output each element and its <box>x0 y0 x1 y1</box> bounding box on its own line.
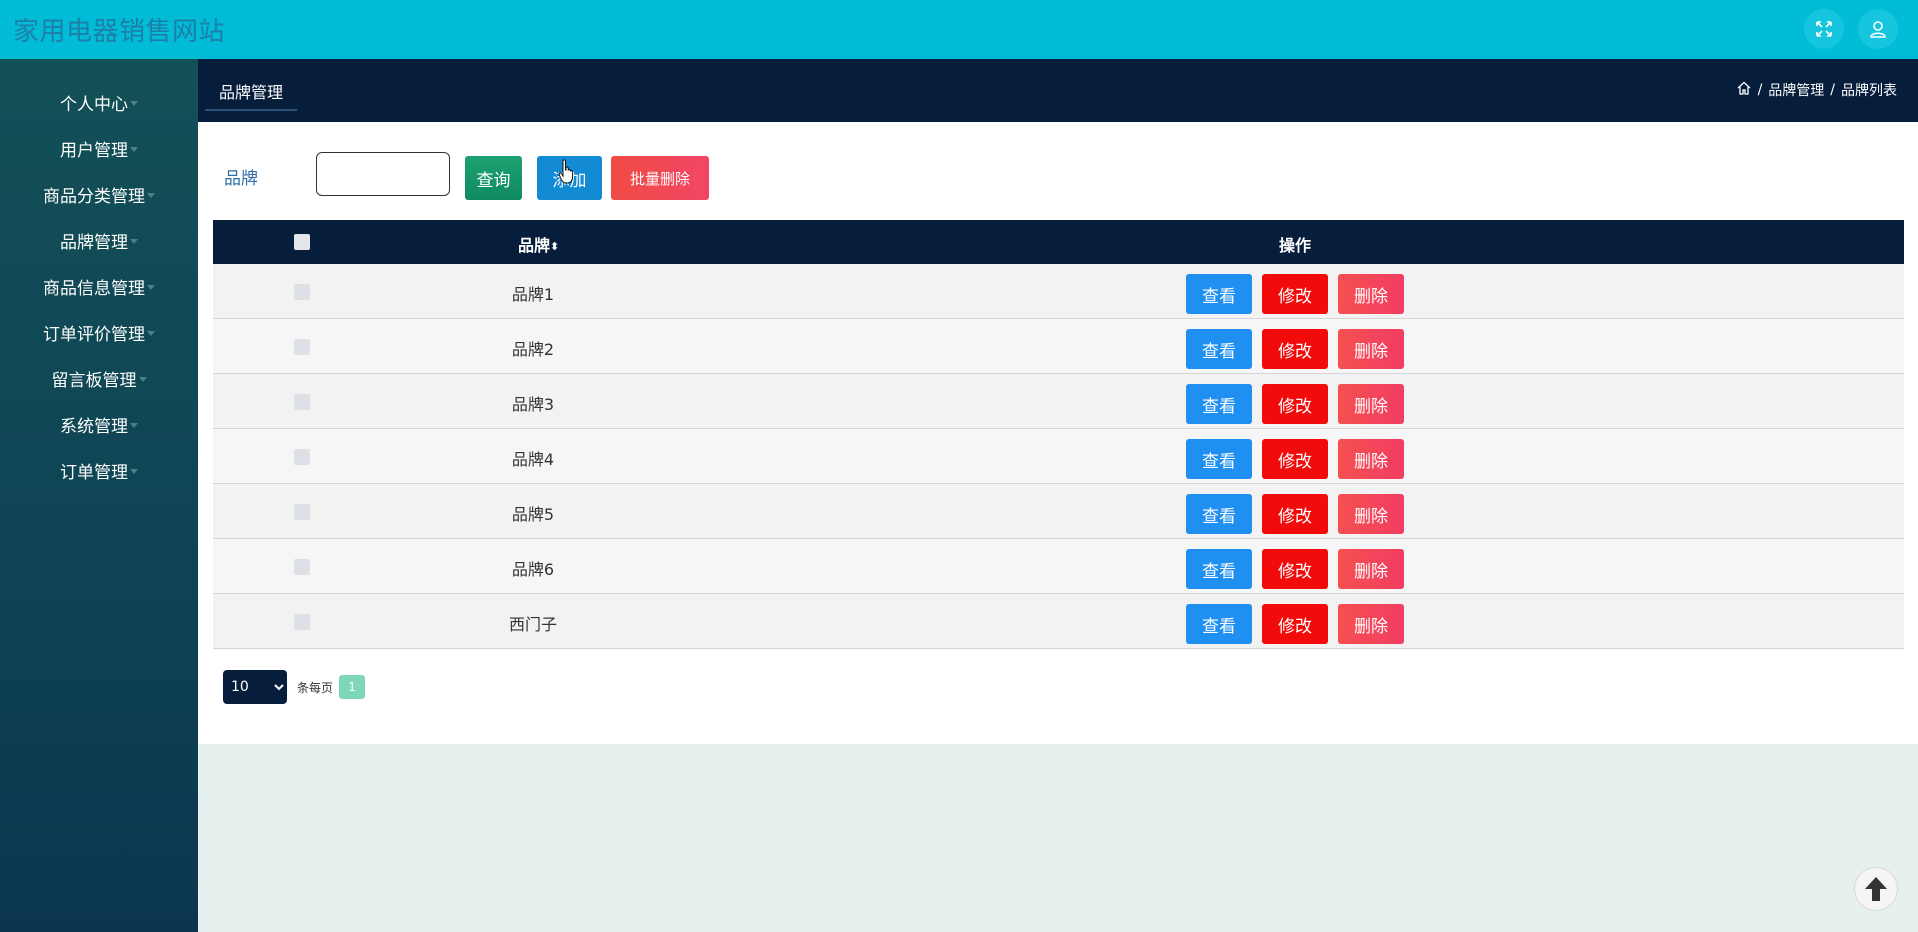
delete-button[interactable]: 删除 <box>1338 274 1404 314</box>
sort-icon: ⬍ <box>550 240 560 253</box>
breadcrumb: / 品牌管理 / 品牌列表 <box>1736 80 1897 100</box>
sidebar-item-label: 商品信息管理 <box>43 278 145 299</box>
edit-button[interactable]: 修改 <box>1262 384 1328 424</box>
view-button[interactable]: 查看 <box>1186 604 1252 644</box>
sidebar-item-label: 商品分类管理 <box>43 186 145 207</box>
sidebar-item-label: 用户管理 <box>60 140 128 161</box>
row-checkbox[interactable] <box>294 504 310 520</box>
view-button[interactable]: 查看 <box>1186 549 1252 589</box>
row-checkbox[interactable] <box>294 394 310 410</box>
delete-button[interactable]: 删除 <box>1338 604 1404 644</box>
delete-button[interactable]: 删除 <box>1338 494 1404 534</box>
sidebar-item-label: 留言板管理 <box>51 370 137 391</box>
table-header: 品牌⬍ 操作 <box>213 220 1904 264</box>
sidebar-item-label: 个人中心 <box>60 94 128 115</box>
sidebar-item-label: 订单管理 <box>60 462 128 483</box>
brand-search-input[interactable] <box>316 152 450 196</box>
fullscreen-icon[interactable] <box>1804 9 1844 49</box>
caret-down-icon <box>130 146 138 152</box>
table-row: 品牌6 查看 修改 删除 <box>213 539 1904 594</box>
table-row: 西门子 查看 修改 删除 <box>213 594 1904 649</box>
table-row: 品牌4 查看 修改 删除 <box>213 429 1904 484</box>
sidebar-item-order-management[interactable]: 订单管理 <box>0 452 198 488</box>
hand-pointer-icon <box>558 159 574 184</box>
query-button[interactable]: 查询 <box>465 156 522 200</box>
table-row: 品牌2 查看 修改 删除 <box>213 319 1904 374</box>
delete-button[interactable]: 删除 <box>1338 329 1404 369</box>
sidebar-item-label: 品牌管理 <box>60 232 128 253</box>
table-row: 品牌5 查看 修改 删除 <box>213 484 1904 539</box>
row-checkbox[interactable] <box>294 449 310 465</box>
edit-button[interactable]: 修改 <box>1262 549 1328 589</box>
caret-down-icon <box>138 376 147 382</box>
caret-down-icon <box>147 284 155 290</box>
breadcrumb-level2: 品牌列表 <box>1841 83 1897 99</box>
sidebar-item-brand-management[interactable]: 品牌管理 <box>0 222 198 258</box>
pagination: 10 条每页 1 <box>223 670 366 704</box>
view-button[interactable]: 查看 <box>1186 439 1252 479</box>
row-checkbox[interactable] <box>294 339 310 355</box>
sub-header <box>198 59 1918 122</box>
brand-cell: 品牌1 <box>511 285 555 304</box>
sidebar-item-category-management[interactable]: 商品分类管理 <box>0 176 198 212</box>
edit-button[interactable]: 修改 <box>1262 274 1328 314</box>
edit-button[interactable]: 修改 <box>1262 494 1328 534</box>
delete-button[interactable]: 删除 <box>1338 549 1404 589</box>
caret-down-icon <box>130 468 138 474</box>
sidebar-item-product-info-management[interactable]: 商品信息管理 <box>0 268 198 304</box>
page-size-select[interactable]: 10 <box>223 670 287 704</box>
brand-cell: 品牌6 <box>511 560 555 579</box>
table-row: 品牌1 查看 修改 删除 <box>213 264 1904 319</box>
view-button[interactable]: 查看 <box>1186 274 1252 314</box>
view-button[interactable]: 查看 <box>1186 494 1252 534</box>
sidebar-item-label: 订单评价管理 <box>43 324 145 345</box>
brand-cell: 品牌3 <box>511 395 555 414</box>
view-button[interactable]: 查看 <box>1186 384 1252 424</box>
brand-column-label: 品牌 <box>518 236 551 255</box>
row-checkbox[interactable] <box>294 284 310 300</box>
table-row: 品牌3 查看 修改 删除 <box>213 374 1904 429</box>
search-label: 品牌 <box>224 169 258 189</box>
caret-down-icon <box>147 192 155 198</box>
view-button[interactable]: 查看 <box>1186 329 1252 369</box>
sidebar-item-label: 系统管理 <box>60 416 128 437</box>
user-icon[interactable] <box>1858 9 1898 49</box>
top-bar: 家用电器销售网站 <box>0 0 1918 59</box>
brand-cell: 品牌5 <box>511 505 555 524</box>
breadcrumb-separator: / <box>1757 82 1763 98</box>
per-page-label: 条每页 <box>297 680 334 695</box>
delete-button[interactable]: 删除 <box>1338 384 1404 424</box>
edit-button[interactable]: 修改 <box>1262 329 1328 369</box>
delete-button[interactable]: 删除 <box>1338 439 1404 479</box>
row-checkbox[interactable] <box>294 559 310 575</box>
sidebar-item-user-management[interactable]: 用户管理 <box>0 130 198 166</box>
edit-button[interactable]: 修改 <box>1262 439 1328 479</box>
caret-down-icon <box>130 422 138 428</box>
brand-column-header[interactable]: 品牌⬍ <box>518 232 559 256</box>
edit-button[interactable]: 修改 <box>1262 604 1328 644</box>
sidebar-item-message-board-management[interactable]: 留言板管理 <box>0 360 198 396</box>
batch-delete-button[interactable]: 批量删除 <box>611 156 709 200</box>
app-title: 家用电器销售网站 <box>13 17 226 47</box>
sidebar-item-personal-center[interactable]: 个人中心 <box>0 84 198 120</box>
sidebar-item-system-management[interactable]: 系统管理 <box>0 406 198 442</box>
row-checkbox[interactable] <box>294 614 310 630</box>
ops-column-header: 操作 <box>1279 236 1312 255</box>
brand-table: 品牌⬍ 操作 品牌1 查看 修改 删除 品牌2 查看 修改 删除 品牌3 查看 … <box>213 220 1904 649</box>
brand-cell: 品牌2 <box>511 340 555 359</box>
select-all-checkbox[interactable] <box>294 234 310 250</box>
home-icon[interactable] <box>1736 80 1752 100</box>
caret-down-icon <box>130 100 138 106</box>
caret-down-icon <box>130 238 138 244</box>
breadcrumb-level1[interactable]: 品牌管理 <box>1768 80 1824 100</box>
brand-cell: 西门子 <box>508 615 557 634</box>
page-number-button[interactable]: 1 <box>339 675 366 699</box>
scroll-to-top-button[interactable] <box>1854 867 1898 911</box>
caret-down-icon <box>147 330 155 336</box>
brand-cell: 品牌4 <box>511 450 555 469</box>
sidebar-item-order-review-management[interactable]: 订单评价管理 <box>0 314 198 350</box>
tab-brand-management[interactable]: 品牌管理 <box>205 79 298 111</box>
breadcrumb-separator: / <box>1830 82 1835 98</box>
arrow-up-icon <box>1865 877 1887 901</box>
